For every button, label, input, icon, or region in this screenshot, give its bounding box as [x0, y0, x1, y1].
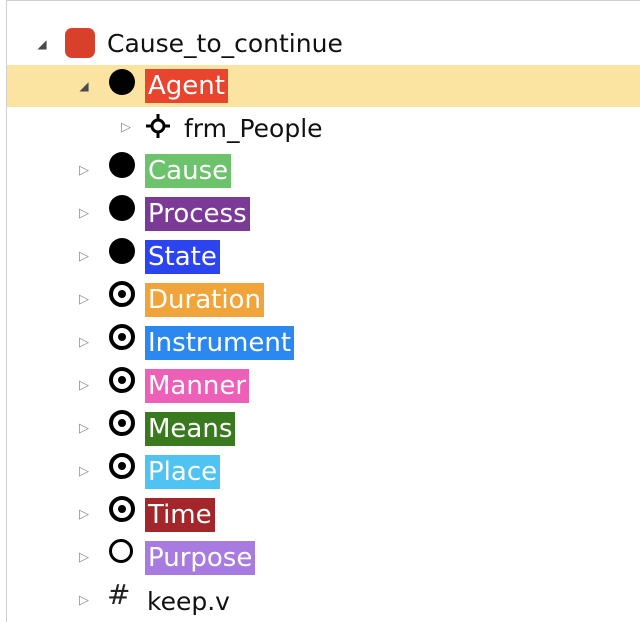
peripheral-fe-icon: [109, 410, 135, 436]
tree-row-time[interactable]: ▷ Time: [7, 494, 640, 536]
core-fe-icon: [109, 238, 135, 264]
fe-label-manner[interactable]: Manner: [145, 369, 250, 403]
hash-icon: #: [107, 578, 131, 611]
peripheral-fe-icon: [109, 367, 135, 393]
core-fe-icon: [109, 152, 135, 178]
lexical-unit-label: keep.v: [147, 587, 230, 616]
fe-label-cause[interactable]: Cause: [145, 154, 232, 188]
expand-arrow-icon[interactable]: ▷: [77, 507, 91, 523]
collapse-arrow-icon[interactable]: ◢: [77, 78, 91, 94]
tree-row-means[interactable]: ▷ Means: [7, 408, 640, 450]
tree-row-process[interactable]: ▷ Process: [7, 193, 640, 235]
peripheral-fe-icon: [109, 324, 135, 350]
expand-arrow-icon[interactable]: ▷: [77, 163, 91, 179]
expand-arrow-icon[interactable]: ▷: [77, 593, 91, 609]
frame-tree-panel: ◢ Cause_to_continue ◢ Agent ▷ frm_People…: [6, 0, 640, 622]
tree-row-frame[interactable]: ◢ Cause_to_continue: [7, 23, 640, 65]
peripheral-fe-icon: [109, 281, 135, 307]
expand-arrow-icon[interactable]: ▷: [77, 421, 91, 437]
fe-label-duration[interactable]: Duration: [145, 283, 264, 317]
core-fe-icon: [109, 69, 135, 95]
frame-red-square-icon: [65, 28, 95, 58]
tree-row-place[interactable]: ▷ Place: [7, 451, 640, 493]
frame-relation-icon: [145, 113, 171, 139]
fe-label-instrument[interactable]: Instrument: [145, 326, 295, 360]
tree-row-agent[interactable]: ◢ Agent: [7, 65, 640, 107]
fe-label-time[interactable]: Time: [145, 498, 215, 532]
peripheral-fe-icon: [109, 453, 135, 479]
extra-thematic-fe-icon: [109, 539, 133, 563]
tree-row-frm-people[interactable]: ▷ frm_People: [7, 107, 640, 149]
core-fe-icon: [109, 195, 135, 221]
tree-row-manner[interactable]: ▷ Manner: [7, 365, 640, 407]
tree-row-purpose[interactable]: ▷ Purpose: [7, 537, 640, 579]
fe-label-purpose[interactable]: Purpose: [145, 541, 256, 575]
expand-arrow-icon[interactable]: ▷: [77, 335, 91, 351]
collapse-arrow-icon[interactable]: ◢: [35, 36, 49, 52]
fe-label-process[interactable]: Process: [145, 197, 250, 231]
tree-row-instrument[interactable]: ▷ Instrument: [7, 322, 640, 364]
peripheral-fe-icon: [109, 496, 135, 522]
tree-row-lexical-unit[interactable]: ▷ # keep.v: [7, 580, 640, 622]
expand-arrow-icon[interactable]: ▷: [119, 120, 133, 136]
tree-row-state[interactable]: ▷ State: [7, 236, 640, 278]
tree-row-duration[interactable]: ▷ Duration: [7, 279, 640, 321]
fe-label-place[interactable]: Place: [145, 455, 221, 489]
fe-label-means[interactable]: Means: [145, 412, 236, 446]
related-frame-label: frm_People: [184, 114, 323, 143]
expand-arrow-icon[interactable]: ▷: [77, 550, 91, 566]
fe-label-state[interactable]: State: [145, 240, 220, 274]
fe-label-agent[interactable]: Agent: [145, 69, 228, 103]
expand-arrow-icon[interactable]: ▷: [77, 249, 91, 265]
frame-name: Cause_to_continue: [107, 29, 343, 58]
expand-arrow-icon[interactable]: ▷: [77, 292, 91, 308]
tree-row-cause[interactable]: ▷ Cause: [7, 150, 640, 192]
expand-arrow-icon[interactable]: ▷: [77, 378, 91, 394]
expand-arrow-icon[interactable]: ▷: [77, 206, 91, 222]
expand-arrow-icon[interactable]: ▷: [77, 464, 91, 480]
